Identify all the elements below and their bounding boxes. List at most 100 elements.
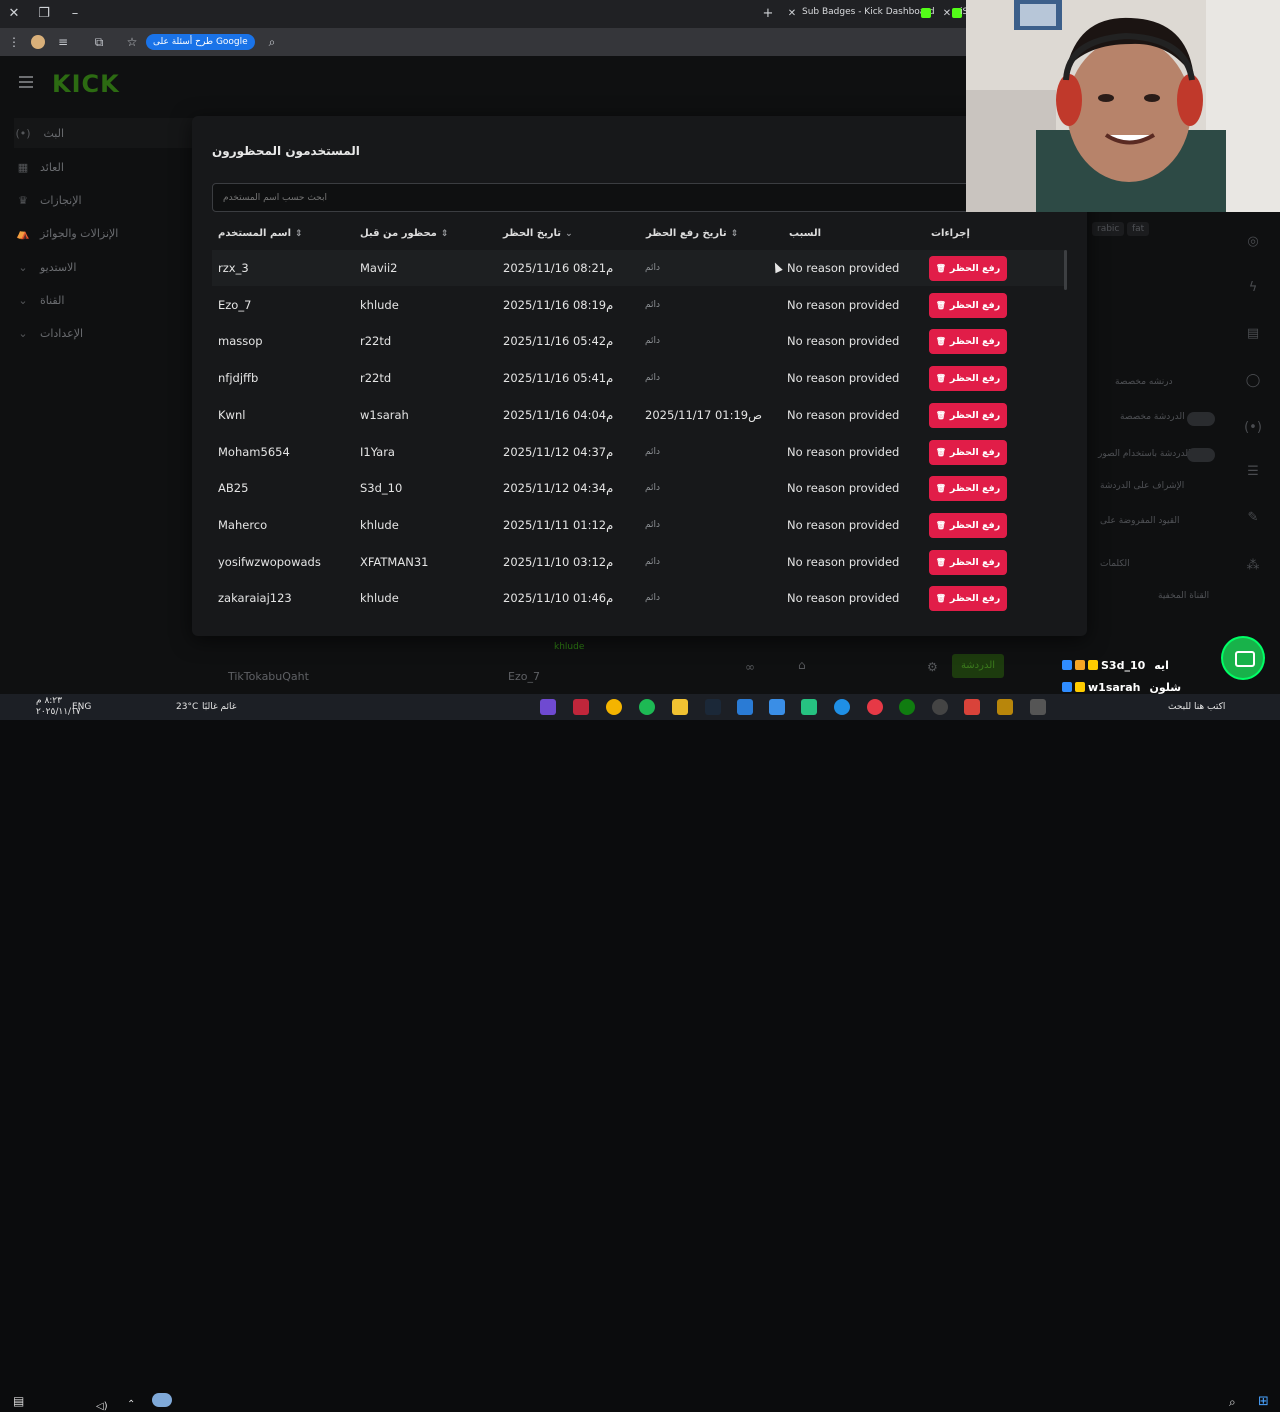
mail-icon[interactable] xyxy=(737,699,753,715)
language-indicator[interactable]: ENG xyxy=(72,702,91,712)
weather-temp[interactable]: 23°C xyxy=(176,702,198,712)
kick-logo[interactable]: KICK xyxy=(52,70,120,98)
steam-icon[interactable] xyxy=(705,699,721,715)
sidebar-item-settings[interactable]: ⌄ الإعدادات xyxy=(14,318,194,348)
chat-text: شلون xyxy=(1149,680,1182,694)
wrench-icon[interactable]: ✎ xyxy=(1243,508,1263,528)
column-header-username[interactable]: اسم المستخدم ⇕ xyxy=(218,228,303,239)
windows-start-icon[interactable]: ⊞ xyxy=(1258,1394,1269,1409)
cell-banned-by: S3d_10 xyxy=(360,481,403,496)
chevron-down-icon: ⌄ xyxy=(18,293,28,307)
chevron-down-icon[interactable]: ⌄ xyxy=(565,229,573,239)
toggle-switch[interactable] xyxy=(1187,448,1215,462)
cell-banned-by: r22td xyxy=(360,334,392,349)
sliders-icon[interactable]: ☰ xyxy=(1243,462,1263,482)
discord-icon[interactable] xyxy=(540,699,556,715)
column-header-ban-date[interactable]: تاريخ الحظر ⌄ xyxy=(503,228,573,239)
unban-button[interactable]: 🗑 رفع الحظر xyxy=(929,256,1007,281)
sort-icon[interactable]: ⇕ xyxy=(731,229,739,239)
scrollbar[interactable] xyxy=(1064,250,1067,290)
volume-icon[interactable]: ◁) xyxy=(96,1401,108,1412)
unban-button-label: رفع الحظر xyxy=(949,593,1001,605)
document-icon[interactable]: ▤ xyxy=(1243,324,1263,344)
sidebar-item-revenue[interactable]: ▦ العائد xyxy=(14,152,194,182)
sort-icon[interactable]: ⇕ xyxy=(441,229,449,239)
chevron-up-icon[interactable]: ⌃ xyxy=(127,1399,135,1410)
sort-icon[interactable]: ⇕ xyxy=(295,229,303,239)
google-ask-chip[interactable]: طرح أسئلة على Google xyxy=(146,34,255,50)
sidebar-item-channel[interactable]: ⌄ القناة xyxy=(14,285,194,315)
cell-username: Ezo_7 xyxy=(218,297,252,312)
spotify-icon[interactable] xyxy=(639,699,655,715)
hamburger-menu-icon[interactable] xyxy=(19,76,33,88)
support-chat-icon[interactable] xyxy=(1223,638,1263,678)
toggle-switch[interactable] xyxy=(1187,412,1215,426)
minimize-window-icon[interactable]: – xyxy=(66,5,84,23)
app-icon[interactable] xyxy=(964,699,980,715)
unban-button[interactable]: 🗑 رفع الحظر xyxy=(929,329,1007,355)
apps-icon[interactable]: ⁂ xyxy=(1243,556,1263,576)
unban-button[interactable]: 🗑 رفع الحظر xyxy=(929,586,1007,612)
chrome-icon[interactable] xyxy=(606,699,622,715)
clock-time[interactable]: ٨:٢٣ م xyxy=(36,696,62,706)
xbox-icon[interactable] xyxy=(899,699,915,715)
bookmark-star-icon[interactable]: ☆ xyxy=(124,34,140,50)
unban-button[interactable]: 🗑 رفع الحظر xyxy=(929,476,1007,502)
cell-reason: No reason provided xyxy=(787,591,900,606)
sidebar-item-achievements[interactable]: ♛ الإنجازات xyxy=(14,185,194,215)
taskbar-search[interactable]: اكتب هنا للبحث xyxy=(1168,702,1225,712)
sidebar-item-drops[interactable]: ⛺ الإنزالات والجوائز xyxy=(14,218,194,248)
unban-button[interactable]: 🗑 رفع الحظر xyxy=(929,549,1007,575)
unban-button[interactable]: 🗑 رفع الحظر xyxy=(929,512,1007,538)
unban-button[interactable]: 🗑 رفع الحظر xyxy=(929,292,1007,318)
app-icon[interactable] xyxy=(997,699,1013,715)
settings-icon[interactable] xyxy=(932,699,948,715)
broadcast-icon[interactable]: (•) xyxy=(1243,418,1263,438)
new-tab-icon[interactable]: + xyxy=(759,5,777,23)
store-icon[interactable] xyxy=(769,699,785,715)
obs-icon[interactable] xyxy=(573,699,589,715)
app-icon[interactable] xyxy=(801,699,817,715)
table-row: massop r22td 2025/11/16 05:42م دائم No reaso… xyxy=(212,323,1067,359)
tag-chip[interactable]: rabic xyxy=(1092,222,1125,236)
unban-button[interactable]: 🗑 رفع الحظر xyxy=(929,402,1007,428)
infinity-icon[interactable]: ∞ xyxy=(745,660,755,674)
cell-ban-date: 2025/11/16 04:04م xyxy=(503,407,614,422)
restore-window-icon[interactable]: ❐ xyxy=(35,5,53,23)
unban-button[interactable]: 🗑 رفع الحظر xyxy=(929,366,1007,392)
browser-tab-title[interactable]: Sub Badges - Kick Dashboard xyxy=(802,7,935,17)
unban-button[interactable]: 🗑 رفع الحظر xyxy=(929,439,1007,465)
sidebar-item-studio[interactable]: ⌄ الاستديو xyxy=(14,252,194,282)
tag-chip[interactable]: fat xyxy=(1127,222,1150,236)
task-view-icon[interactable] xyxy=(1030,699,1046,715)
weather-text[interactable]: غائم غالبًا xyxy=(202,702,236,712)
extensions-icon[interactable]: ⧉ xyxy=(91,34,107,50)
reading-list-icon[interactable]: ≡ xyxy=(55,34,71,50)
sidebar-item-stream[interactable]: (•) البث xyxy=(14,118,194,148)
store-icon[interactable]: ⌂ xyxy=(798,658,806,672)
app-icon[interactable] xyxy=(867,699,883,715)
chat-bubble-icon[interactable]: ◯ xyxy=(1243,371,1263,391)
table-row: zakaraiaj123 khlude 2025/11/10 01:46م دائم N… xyxy=(212,580,1067,616)
profile-avatar-icon[interactable] xyxy=(31,35,45,49)
file-explorer-icon[interactable] xyxy=(672,699,688,715)
column-header-banned-by[interactable]: محظور من قبل ⇕ xyxy=(360,228,448,239)
menu-dots-icon[interactable]: ⋮ xyxy=(6,34,22,50)
column-header-unban-date[interactable]: تاريخ رفع الحظر ⇕ xyxy=(646,228,738,239)
notification-icon[interactable]: ▤ xyxy=(13,1394,24,1408)
chat-message: S3d_10 ايه xyxy=(1062,657,1169,673)
close-tab-icon[interactable]: ✕ xyxy=(783,5,801,23)
cell-ban-date: 2025/11/10 03:12م xyxy=(503,554,614,569)
search-icon[interactable]: ⌕ xyxy=(264,34,280,50)
search-input[interactable] xyxy=(212,183,1067,212)
sidebar-item-label: الإنجازات xyxy=(40,193,82,207)
gear-icon[interactable]: ⚙ xyxy=(927,660,938,674)
table-row: Moham5654 I1Yara 2025/11/12 04:37م دائم No r… xyxy=(212,434,1067,470)
close-window-icon[interactable]: ✕ xyxy=(5,5,23,23)
camera-icon[interactable]: ◎ xyxy=(1243,232,1263,252)
chat-send-button[interactable]: الدردشة xyxy=(952,654,1004,678)
lightning-icon[interactable]: ϟ xyxy=(1243,278,1263,298)
search-icon[interactable]: ⌕ xyxy=(1229,1395,1236,1410)
edge-icon[interactable] xyxy=(834,699,850,715)
weather-cloud-icon[interactable] xyxy=(152,1393,172,1407)
